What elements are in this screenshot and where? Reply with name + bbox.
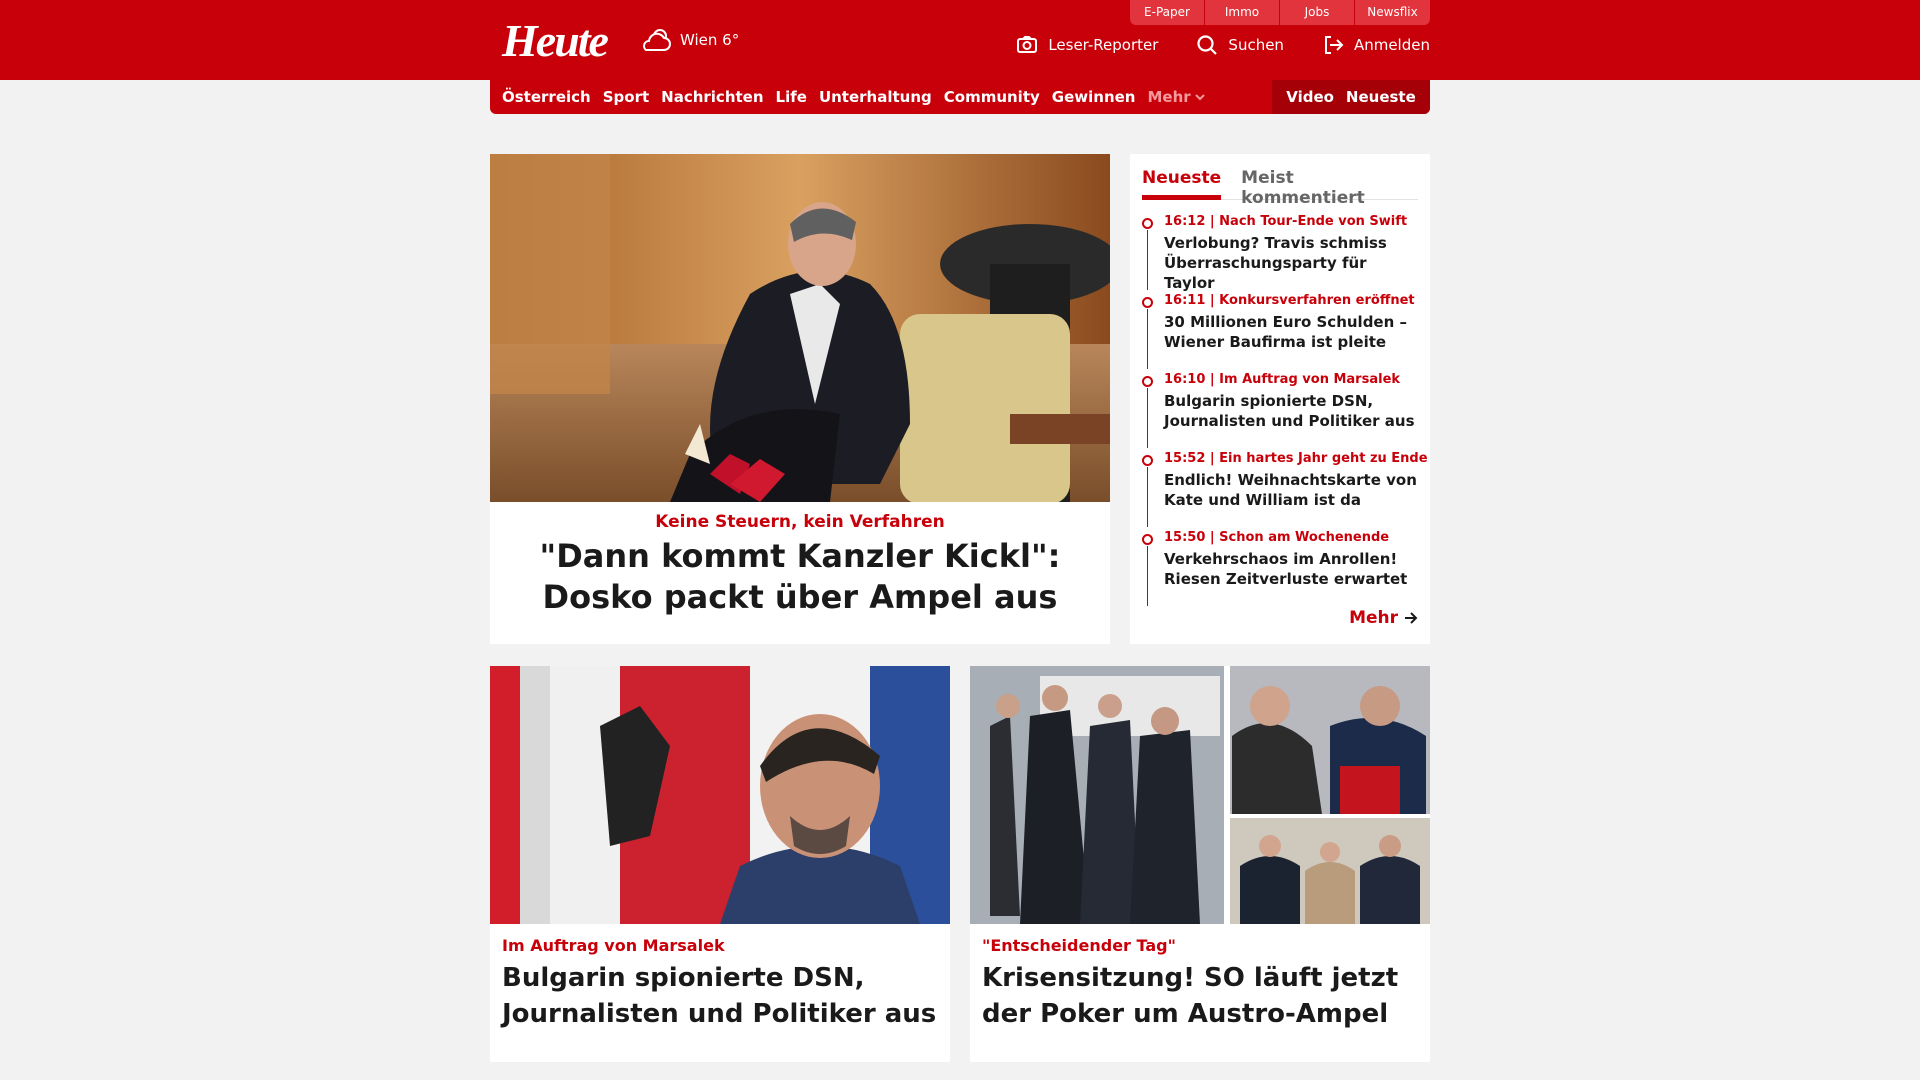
tab-epaper[interactable]: E-Paper [1130, 0, 1205, 25]
login-button[interactable]: Anmelden [1322, 34, 1430, 56]
feed-title[interactable]: Bulgarin spionierte DSN, Journalisten un… [1164, 391, 1422, 431]
timeline-line [1147, 309, 1148, 369]
search-button[interactable]: Suchen [1196, 34, 1284, 56]
nav-item-neueste[interactable]: Neueste [1346, 88, 1416, 106]
more-label: Mehr [1349, 608, 1398, 628]
camera-icon [1017, 36, 1038, 53]
timeline-line [1147, 388, 1148, 448]
card-photo-collage [970, 666, 1430, 924]
nav-item-nachrichten[interactable]: Nachrichten [661, 88, 763, 106]
nav-item-oesterreich[interactable]: Österreich [502, 88, 591, 106]
hero-image[interactable] [490, 154, 1110, 502]
feed-item[interactable]: 16:11 | Konkursverfahren eröffnet 30 Mil… [1142, 293, 1422, 372]
article-card[interactable]: "Entscheidender Tag" Krisensitzung! SO l… [970, 666, 1430, 1062]
reader-reporter-label: Leser-Reporter [1048, 36, 1159, 54]
feed-title[interactable]: 30 Millionen Euro Schulden – Wiener Bauf… [1164, 312, 1422, 352]
tab-newsflix[interactable]: Newsflix [1355, 0, 1430, 25]
news-feed: 16:12 | Nach Tour-Ende von Swift Verlobu… [1142, 214, 1428, 609]
feed-meta: 16:11 | Konkursverfahren eröffnet [1164, 293, 1415, 308]
feed-title[interactable]: Endlich! Weihnachtskarte von Kate und Wi… [1164, 470, 1422, 510]
feed-item[interactable]: 16:12 | Nach Tour-Ende von Swift Verlobu… [1142, 214, 1422, 293]
cloud-sun-icon [643, 29, 671, 51]
article-headline[interactable]: Krisensitzung! SO läuft jetzt der Poker … [982, 960, 1418, 1032]
reader-reporter-button[interactable]: Leser-Reporter [1016, 34, 1158, 56]
nav-items: Österreich Sport Nachrichten Life Unterh… [502, 80, 1205, 114]
tab-immo[interactable]: Immo [1205, 0, 1280, 25]
arrow-right-icon [1405, 612, 1418, 624]
article-image[interactable] [490, 666, 950, 924]
nav-more-dropdown[interactable]: Mehr [1147, 88, 1205, 106]
heute-logo[interactable]: Heute [502, 14, 609, 67]
hero-photo [490, 154, 1110, 502]
hero-kicker: Keine Steuern, kein Verfahren [655, 512, 945, 532]
card-photo-politician [490, 666, 950, 924]
nav-item-community[interactable]: Community [944, 88, 1040, 106]
feed-meta: 15:50 | Schon am Wochenende [1164, 530, 1390, 545]
tab-neueste[interactable]: Neueste [1142, 164, 1222, 200]
timeline-dot [1142, 455, 1153, 466]
hero-headline[interactable]: "Dann kommt Kanzler Kickl": Dosko packt … [510, 536, 1090, 618]
timeline-line [1147, 230, 1148, 290]
timeline-dot [1142, 534, 1153, 545]
top-tabs: E-Paper Immo Jobs Newsflix [1130, 0, 1430, 25]
hero-article[interactable]: Keine Steuern, kein Verfahren "Dann komm… [490, 154, 1110, 644]
search-icon [1197, 35, 1218, 55]
article-kicker: Im Auftrag von Marsalek [502, 936, 725, 955]
search-label: Suchen [1228, 36, 1284, 54]
feed-title[interactable]: Verkehrschaos im Anrollen! Riesen Zeitve… [1164, 549, 1422, 589]
timeline-line [1147, 546, 1148, 606]
sidebar-tabs: Neueste Meist kommentiert [1142, 164, 1418, 208]
main-nav: Österreich Sport Nachrichten Life Unterh… [490, 80, 1430, 114]
login-icon [1324, 36, 1344, 54]
feed-meta: 16:12 | Nach Tour-Ende von Swift [1164, 214, 1408, 229]
login-label: Anmelden [1353, 36, 1430, 54]
feed-item[interactable]: 15:50 | Schon am Wochenende Verkehrschao… [1142, 530, 1422, 609]
tab-jobs[interactable]: Jobs [1280, 0, 1355, 25]
nav-item-unterhaltung[interactable]: Unterhaltung [819, 88, 932, 106]
nav-item-life[interactable]: Life [776, 88, 807, 106]
sidebar-more-link[interactable]: Mehr [1349, 608, 1418, 628]
feed-item[interactable]: 16:10 | Im Auftrag von Marsalek Bulgarin… [1142, 372, 1422, 451]
tab-meist-kommentiert[interactable]: Meist kommentiert [1241, 164, 1418, 208]
nav-item-sport[interactable]: Sport [603, 88, 649, 106]
site-header: Heute Wien 6° E-Paper Immo Jobs Newsflix… [0, 0, 1920, 80]
feed-meta: 16:10 | Im Auftrag von Marsalek [1164, 372, 1401, 387]
nav-right: Video Neueste [1272, 80, 1430, 114]
latest-news-sidebar: Neueste Meist kommentiert 16:12 | Nach T… [1130, 154, 1430, 644]
feed-meta: 15:52 | Ein hartes Jahr geht zu Ende [1164, 451, 1428, 466]
nav-item-gewinnen[interactable]: Gewinnen [1052, 88, 1136, 106]
header-actions: Leser-Reporter Suchen Anmelden [1016, 34, 1430, 56]
weather-widget[interactable]: Wien 6° [640, 26, 739, 54]
timeline-dot [1142, 376, 1153, 387]
timeline-dot [1142, 297, 1153, 308]
chevron-down-icon [1194, 94, 1205, 101]
feed-item[interactable]: 15:52 | Ein hartes Jahr geht zu Ende End… [1142, 451, 1428, 530]
weather-text: Wien 6° [680, 31, 740, 49]
timeline-dot [1142, 218, 1153, 229]
feed-title[interactable]: Verlobung? Travis schmiss Überraschungsp… [1164, 233, 1422, 293]
timeline-line [1147, 467, 1148, 527]
article-image-collage[interactable] [970, 666, 1430, 924]
article-card[interactable]: Im Auftrag von Marsalek Bulgarin spionie… [490, 666, 950, 1062]
article-headline[interactable]: Bulgarin spionierte DSN, Journalisten un… [502, 960, 938, 1032]
article-kicker: "Entscheidender Tag" [982, 936, 1176, 955]
nav-more-label: Mehr [1147, 88, 1191, 106]
nav-item-video[interactable]: Video [1286, 88, 1334, 106]
